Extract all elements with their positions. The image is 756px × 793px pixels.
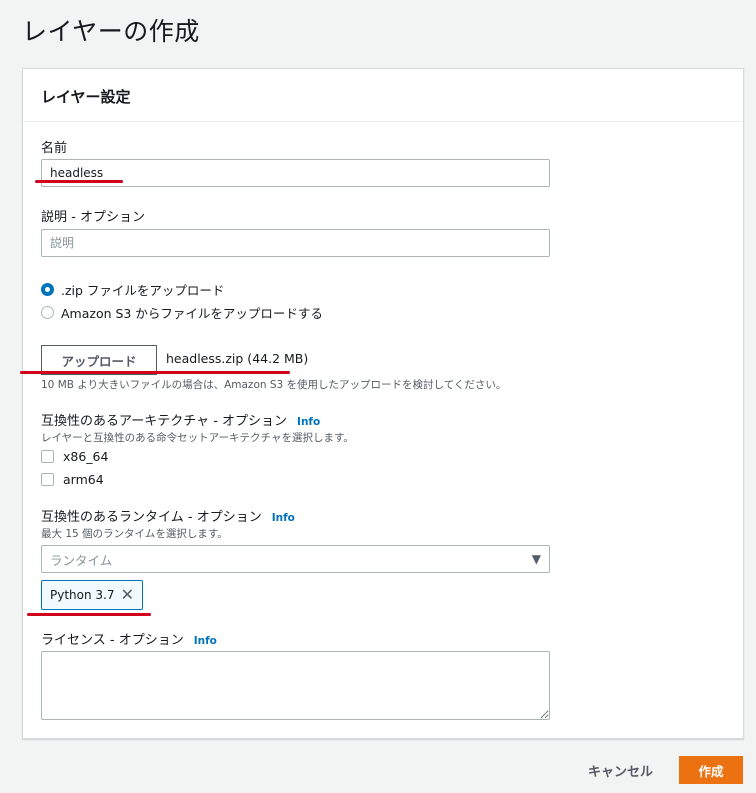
license-textarea[interactable] — [41, 651, 550, 720]
panel-header-title: レイヤー設定 — [41, 88, 131, 106]
page-title: レイヤーの作成 — [22, 17, 200, 46]
radio-button-checked[interactable] — [41, 283, 54, 296]
architectures-label-text: 互換性のあるアーキテクチャ - オプション — [41, 414, 288, 429]
checkbox-label: arm64 — [63, 472, 104, 487]
radio-label: .zip ファイルをアップロード — [61, 283, 225, 298]
runtimes-label-text: 互換性のあるランタイム - オプション — [41, 510, 262, 525]
checkbox-box[interactable] — [41, 450, 54, 463]
checkbox-x86-64[interactable]: x86_64 — [41, 449, 108, 464]
annotation-underline-runtime — [27, 613, 151, 616]
panel-header: レイヤー設定 — [23, 69, 743, 122]
upload-hint: 10 MB より大きいファイルの場合は、Amazon S3 を使用したアップロー… — [41, 379, 507, 391]
runtimes-info-link[interactable]: Info — [272, 512, 295, 524]
runtimes-label: 互換性のあるランタイム - オプション Info — [41, 506, 295, 525]
runtime-token: Python 3.7 ✕ — [41, 580, 143, 610]
annotation-underline-name — [35, 180, 123, 183]
architectures-info-link[interactable]: Info — [297, 416, 320, 428]
architectures-label: 互換性のあるアーキテクチャ - オプション Info — [41, 410, 320, 429]
layer-settings-panel: レイヤー設定 名前 説明 - オプション .zip ファイルをアップロード Am… — [22, 68, 744, 739]
cancel-button[interactable]: キャンセル — [588, 761, 653, 780]
checkbox-box[interactable] — [41, 473, 54, 486]
license-label: ライセンス - オプション Info — [41, 629, 217, 648]
runtime-token-label: Python 3.7 — [50, 588, 115, 602]
radio-upload-zip[interactable]: .zip ファイルをアップロード — [41, 280, 224, 299]
runtimes-description: 最大 15 個のランタイムを選択します。 — [41, 528, 228, 540]
checkbox-arm64[interactable]: arm64 — [41, 472, 104, 487]
license-info-link[interactable]: Info — [194, 635, 217, 647]
uploaded-file-name: headless.zip (44.2 MB) — [166, 351, 309, 366]
annotation-underline-upload — [20, 371, 290, 374]
radio-upload-s3[interactable]: Amazon S3 からファイルをアップロードする — [41, 303, 323, 322]
name-label: 名前 — [41, 141, 68, 156]
create-button[interactable]: 作成 — [679, 756, 743, 784]
license-label-text: ライセンス - オプション — [41, 633, 184, 648]
description-input[interactable] — [41, 229, 550, 257]
caret-down-icon: ▼ — [531, 552, 541, 566]
architectures-description: レイヤーと互換性のある命令セットアーキテクチャを選択します。 — [41, 432, 354, 444]
description-label: 説明 - オプション — [41, 210, 145, 225]
checkbox-label: x86_64 — [63, 449, 109, 464]
radio-label: Amazon S3 からファイルをアップロードする — [61, 306, 323, 321]
runtime-select-placeholder: ランタイム — [50, 552, 113, 568]
runtime-select[interactable]: ランタイム ▼ — [41, 545, 550, 573]
radio-button[interactable] — [41, 306, 54, 319]
close-icon[interactable]: ✕ — [121, 587, 134, 603]
